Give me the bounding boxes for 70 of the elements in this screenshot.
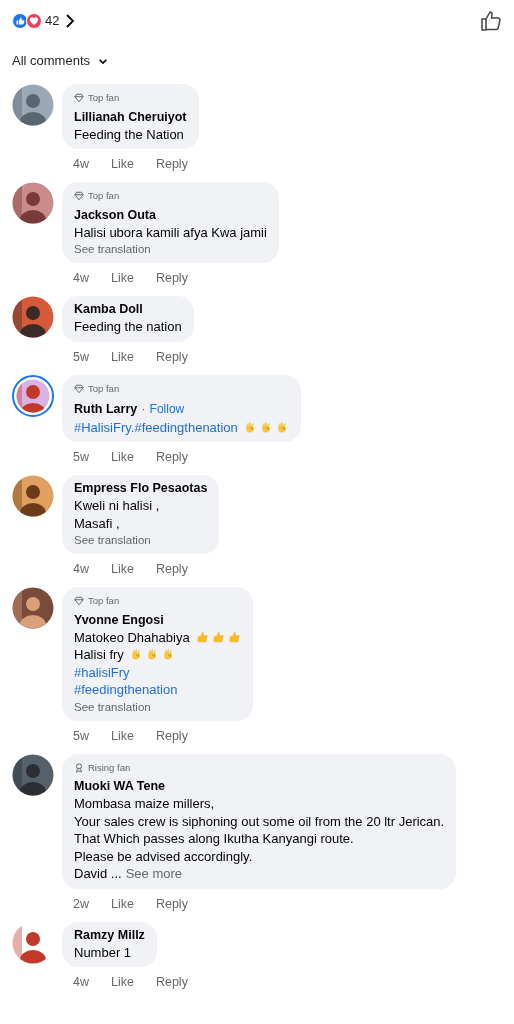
see-more-link[interactable]: See more [125,866,183,881]
comment-text: Your sales crew is siphoning out some oil from the 20 ltr Jerican. [74,812,445,830]
fan-label: Top fan [74,382,120,395]
timestamp: 5w [73,348,89,366]
chevron-right-icon[interactable] [64,13,77,29]
author-name[interactable]: Jackson Outa [74,206,156,224]
diamond-icon [74,191,84,201]
reply-link[interactable]: Reply [155,348,188,373]
reply-link[interactable]: Reply [155,974,188,998]
reply-link[interactable]: Reply [155,727,188,752]
like-link[interactable]: Like [111,561,134,585]
comment-text: David ... [74,866,122,881]
author-name[interactable]: Yvonne Engosi [74,611,164,629]
like-link[interactable]: Like [111,348,134,373]
like-link[interactable]: Like [111,270,134,294]
like-icon[interactable] [480,9,502,33]
diamond-icon [74,93,84,103]
timestamp: 4w [73,270,89,287]
separator-dot: · [141,400,146,418]
comment-text: That Which passes along Ikutha Kanyangi route. [74,830,355,848]
timestamp: 2w [73,895,89,913]
fan-label: Top fan [74,92,120,104]
author-name[interactable]: Kamba Doll [74,301,143,318]
comment-text: Mombasa maize millers, [74,795,216,813]
comment-text: Feeding the nation [74,318,182,336]
author-name[interactable]: Muoki WA Tene [74,778,165,795]
timestamp: 5w [73,449,89,466]
timestamp: 5w [73,727,89,745]
timestamp: 4w [73,974,89,991]
author-name[interactable]: Ramzy Millz [74,926,145,944]
reactions-button[interactable]: 42 [12,11,60,31]
reply-link[interactable]: Reply [155,156,188,180]
comment-text: Halisi ubora kamili afya Kwa jamii [74,223,267,241]
fan-label: Rising fan [74,761,131,774]
comment-text: Halisi fry [74,647,124,662]
like-link[interactable]: Like [111,895,134,920]
hashtag-link[interactable]: #halisiFry [74,663,241,681]
comment-text: Kweli ni halisi , [74,497,161,515]
reply-link[interactable]: Reply [155,895,188,920]
comment-text: Number 1 [74,943,133,961]
author-name[interactable]: Empress Flo Pesaotas [74,480,208,497]
timestamp: 4w [73,156,89,173]
medal-icon [74,762,84,773]
heart-reaction-icon [26,13,42,29]
see-translation-link[interactable]: See translation [74,698,241,715]
like-reaction-icon [12,13,28,29]
comment-text: Masafi , [74,514,121,532]
like-link[interactable]: Like [111,974,134,998]
fan-label: Top fan [74,595,120,607]
hashtag-link[interactable]: #feedingthenation [74,681,241,699]
reply-link[interactable]: Reply [155,561,188,585]
like-link[interactable]: Like [111,156,134,180]
hashtag-link[interactable]: #HalisiFry.#feedingthenation [74,419,238,435]
comments-filter[interactable]: All comments [12,50,109,71]
reply-link[interactable]: Reply [155,270,188,294]
see-translation-link[interactable]: See translation [74,532,208,548]
comment-text: Matokeo Dhahabiya [74,629,190,645]
author-name[interactable]: Lillianah Cheruiyot [74,108,187,126]
comment-text: Feeding the Nation [74,125,185,143]
diamond-icon [74,596,84,606]
like-link[interactable]: Like [111,449,134,473]
reply-link[interactable]: Reply [155,449,188,473]
timestamp: 4w [73,561,89,578]
follow-link[interactable]: Follow [149,400,185,418]
fan-label: Top fan [74,190,120,202]
like-link[interactable]: Like [111,727,134,752]
diamond-icon [74,383,84,394]
author-name[interactable]: Ruth Larry [74,401,138,418]
see-translation-link[interactable]: See translation [74,241,267,257]
comment-text: Please be advised accordingly. [74,847,254,865]
